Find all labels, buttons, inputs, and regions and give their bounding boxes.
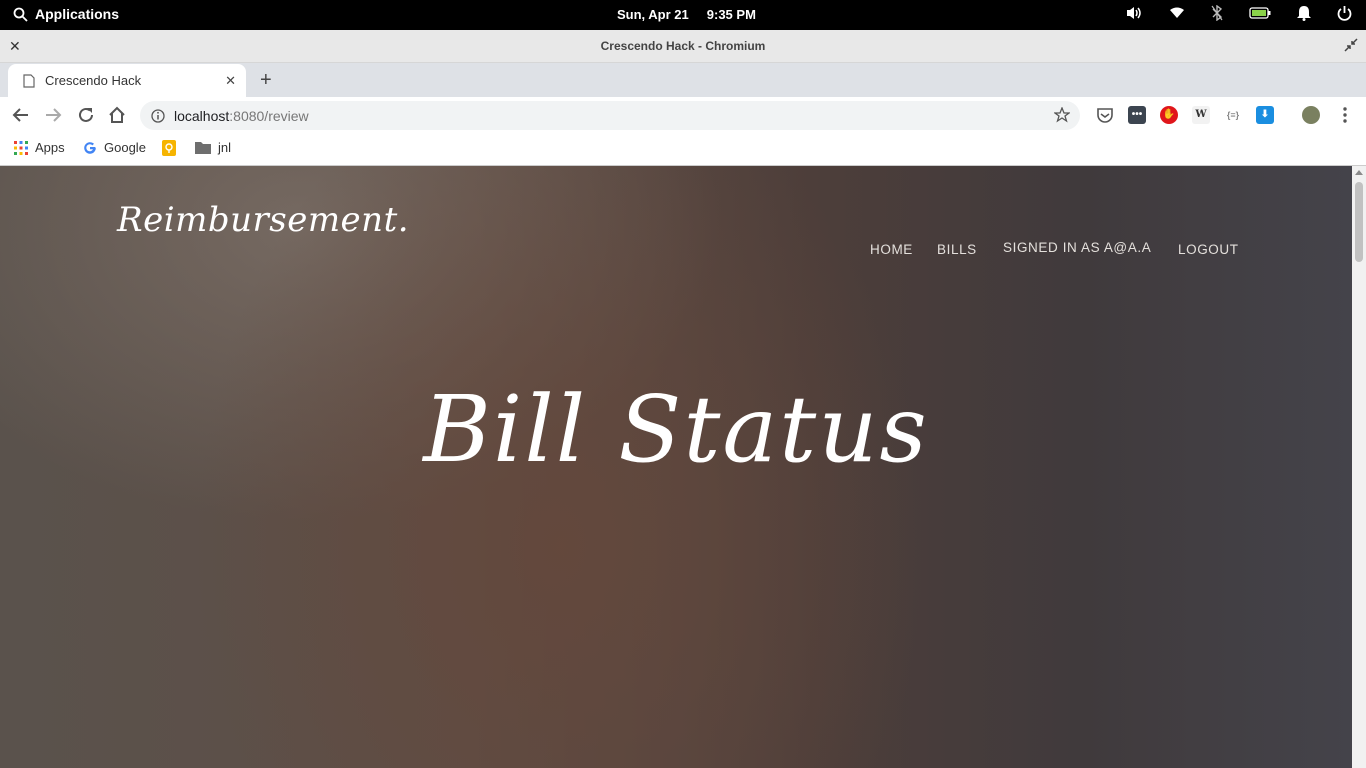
scrollbar-thumb[interactable] [1355,182,1363,262]
tab-close-icon[interactable]: ✕ [225,73,236,89]
tab-strip: Crescendo Hack ✕ + [0,63,1366,97]
google-icon [84,141,96,154]
scroll-up-arrow[interactable] [1355,170,1363,175]
wifi-icon[interactable] [1169,6,1185,20]
tab-crescendo-hack[interactable]: Crescendo Hack ✕ [8,64,246,97]
bookmark-folder-jnl[interactable]: jnl [195,140,231,155]
bookmark-label: jnl [218,140,232,155]
nav-home[interactable]: HOME [870,242,913,257]
search-icon [13,7,28,22]
bookmark-keep[interactable] [162,140,183,156]
avatar[interactable] [1302,106,1320,124]
page-hero: Reimbursement. HOME BILLS SIGNED IN AS A… [0,166,1352,768]
applications-label: Applications [35,6,120,22]
nav-logout[interactable]: LOGOUT [1178,242,1239,257]
window-title: Crescendo Hack - Chromium [600,39,766,53]
system-tray [1125,5,1352,21]
time-label: 9:35 PM [706,7,756,22]
bookmark-star-icon[interactable] [1054,107,1070,123]
notifications-icon[interactable] [1297,5,1311,21]
bookmarks-bar: Apps Google jnl [0,135,1366,166]
applications-menu[interactable]: Applications [13,6,119,22]
folder-icon [195,142,211,154]
bookmark-google[interactable]: Google [83,140,146,155]
hero-title: Bill Status [423,376,929,483]
url-path: :8080/review [229,107,309,124]
apps-grid-icon [14,140,28,155]
nav-bills[interactable]: BILLS [937,242,977,257]
page-scrollbar[interactable] [1352,166,1366,768]
pocket-icon[interactable] [1096,106,1114,124]
system-panel: Applications Sun, Apr 21 9:35 PM [0,0,1366,30]
restore-window-icon[interactable] [1344,38,1358,52]
bluetooth-disabled-icon[interactable] [1211,5,1223,21]
forward-icon[interactable] [44,106,62,124]
lastpass-icon[interactable]: ••• [1128,106,1146,124]
wikipedia-icon[interactable]: W [1192,106,1210,124]
nav-signed-in: SIGNED IN AS A@A.A [1003,240,1152,255]
date-label: Sun, Apr 21 [617,7,689,22]
reload-icon[interactable] [77,106,95,124]
keep-icon [162,140,176,156]
new-tab-button[interactable]: + [260,69,272,92]
adblock-icon[interactable]: ✋ [1160,106,1178,124]
browser-toolbar: localhost:8080/review ••• ✋ W {≡} ⬇ [0,97,1366,135]
volume-icon[interactable] [1125,5,1143,21]
address-bar[interactable]: localhost:8080/review [140,101,1080,130]
clock[interactable]: Sun, Apr 21 9:35 PM [617,7,756,22]
download-icon[interactable]: ⬇ [1256,106,1274,124]
power-icon[interactable] [1337,5,1352,21]
bookmark-label: Google [104,140,146,155]
info-icon[interactable] [151,108,165,123]
bookmark-label: Apps [35,140,65,155]
page-icon [23,73,35,88]
tab-title: Crescendo Hack [45,73,142,88]
window-titlebar[interactable]: ✕ Crescendo Hack - Chromium [0,30,1366,63]
home-icon[interactable] [108,106,126,124]
url-host: localhost [174,107,230,124]
battery-icon[interactable] [1249,7,1271,19]
bookmark-apps[interactable]: Apps [14,140,65,155]
brand-logo[interactable]: Reimbursement. [117,200,409,240]
menu-icon[interactable] [1336,106,1354,124]
json-icon[interactable]: {≡} [1224,106,1242,124]
back-icon[interactable] [12,106,30,124]
